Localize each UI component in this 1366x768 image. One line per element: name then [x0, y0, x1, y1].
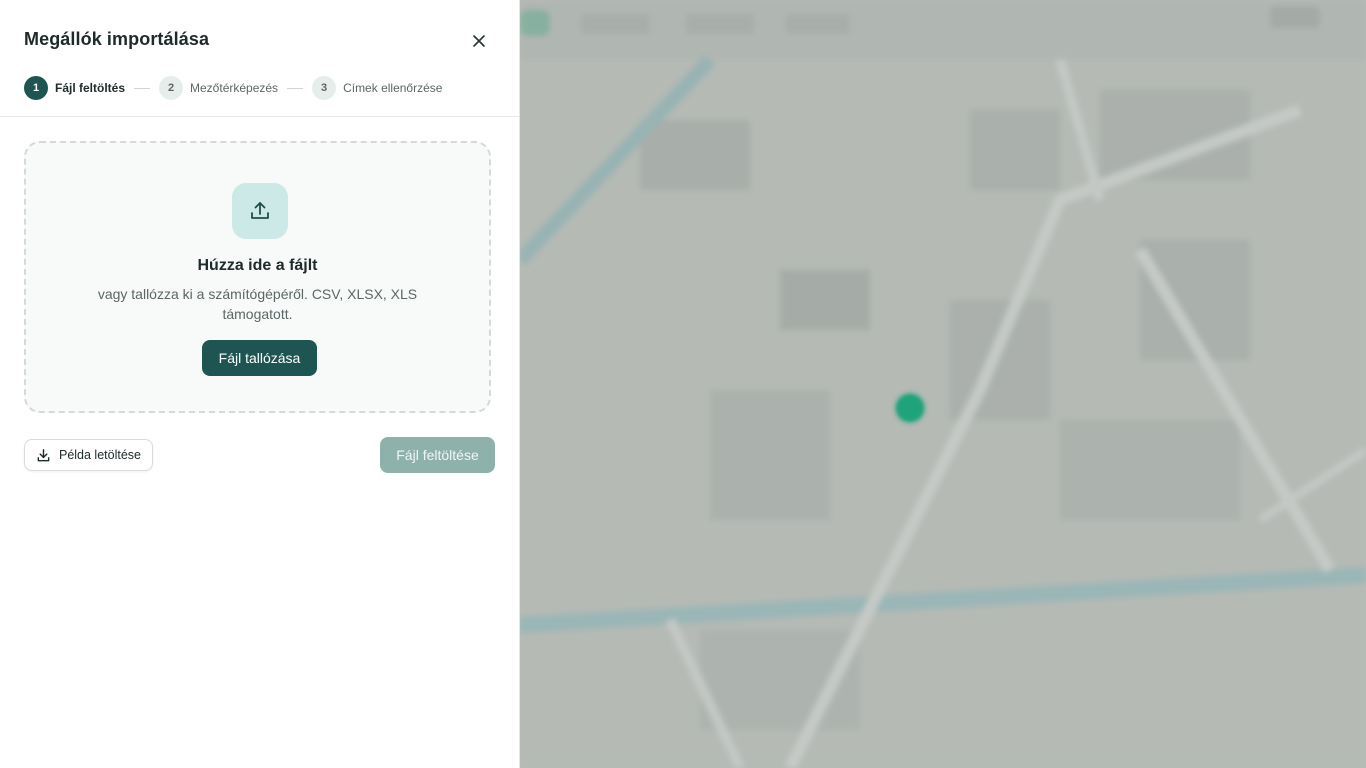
upload-icon — [248, 199, 272, 223]
step-label: Fájl feltöltés — [55, 81, 126, 95]
panel-header: Megállók importálása 1 Fájl feltöltés 2 … — [0, 0, 519, 117]
panel-title: Megállók importálása — [24, 29, 210, 49]
dropzone-title: Húzza ide a fájlt — [197, 257, 318, 274]
browse-file-button[interactable]: Fájl tallózása — [202, 340, 317, 376]
close-button[interactable] — [466, 28, 492, 54]
download-sample-button[interactable]: Példa letöltése — [24, 439, 153, 471]
map-dim-overlay — [520, 0, 1366, 768]
map-marker-icon — [896, 394, 924, 422]
step-address-check[interactable]: 3 Címek ellenőrzése — [312, 76, 442, 100]
dropzone-subtitle: vagy tallózza ki a számítógépéről. CSV, … — [97, 286, 418, 322]
step-file-upload[interactable]: 1 Fájl feltöltés — [24, 76, 125, 100]
upload-file-button[interactable]: Fájl feltöltése — [380, 437, 495, 473]
map-background — [520, 0, 1366, 768]
upload-tile — [232, 183, 288, 239]
download-sample-label: Példa letöltése — [58, 448, 141, 462]
step-field-mapping[interactable]: 2 Mezőtérképezés — [159, 76, 278, 100]
import-panel: Megállók importálása 1 Fájl feltöltés 2 … — [0, 0, 520, 768]
import-stepper: 1 Fájl feltöltés 2 Mezőtérképezés 3 Címe… — [24, 76, 442, 100]
step-label: Mezőtérképezés — [190, 81, 279, 95]
download-icon — [36, 448, 51, 463]
close-icon — [472, 34, 486, 48]
step-number: 1 — [24, 76, 48, 100]
file-dropzone[interactable]: Húzza ide a fájlt vagy tallózza ki a szá… — [24, 141, 491, 413]
step-number: 2 — [159, 76, 184, 100]
step-separator — [134, 87, 151, 89]
step-separator — [287, 87, 304, 89]
step-label: Címek ellenőrzése — [343, 81, 443, 95]
step-number: 3 — [312, 76, 337, 100]
